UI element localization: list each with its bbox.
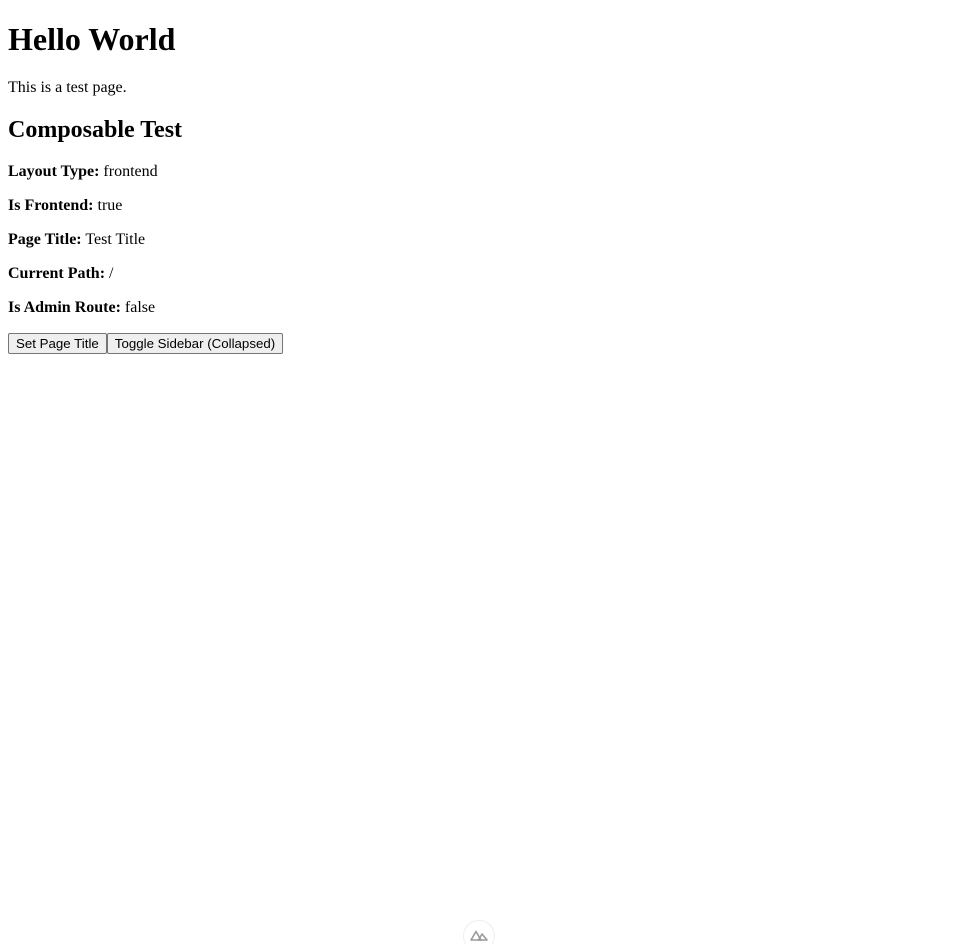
toggle-sidebar-button[interactable]: Toggle Sidebar (Collapsed) (106, 333, 284, 354)
page-heading: Hello World (8, 21, 176, 57)
page-title-row: Page Title: Test Title (8, 231, 283, 249)
is-admin-route-row: Is Admin Route: false (8, 299, 283, 317)
set-page-title-button[interactable]: Set Page Title (8, 333, 107, 354)
nuxt-logo-icon (470, 930, 488, 941)
page-title-label: Page Title: (8, 231, 82, 248)
intro-text: This is a test page. (8, 79, 127, 96)
layout-type-value: frontend (103, 163, 158, 180)
is-admin-route-label: Is Admin Route: (8, 299, 121, 316)
page-content: Hello World This is a test page. Composa… (8, 0, 284, 354)
composable-heading: Composable Test (8, 117, 183, 143)
layout-type-row: Layout Type: frontend (8, 163, 283, 181)
is-frontend-label: Is Frontend: (8, 197, 94, 214)
current-path-value: / (109, 265, 114, 282)
current-path-row: Current Path: / (8, 265, 283, 283)
current-path-label: Current Path: (8, 265, 106, 282)
is-frontend-row: Is Frontend: true (8, 197, 283, 215)
page-title-value: Test Title (85, 231, 146, 248)
is-admin-route-value: false (124, 299, 156, 316)
button-row: Set Page Title Toggle Sidebar (Collapsed) (8, 333, 284, 354)
nuxt-devtools-button[interactable] (463, 920, 495, 944)
is-frontend-value: true (97, 197, 123, 214)
layout-type-label: Layout Type: (8, 163, 100, 180)
